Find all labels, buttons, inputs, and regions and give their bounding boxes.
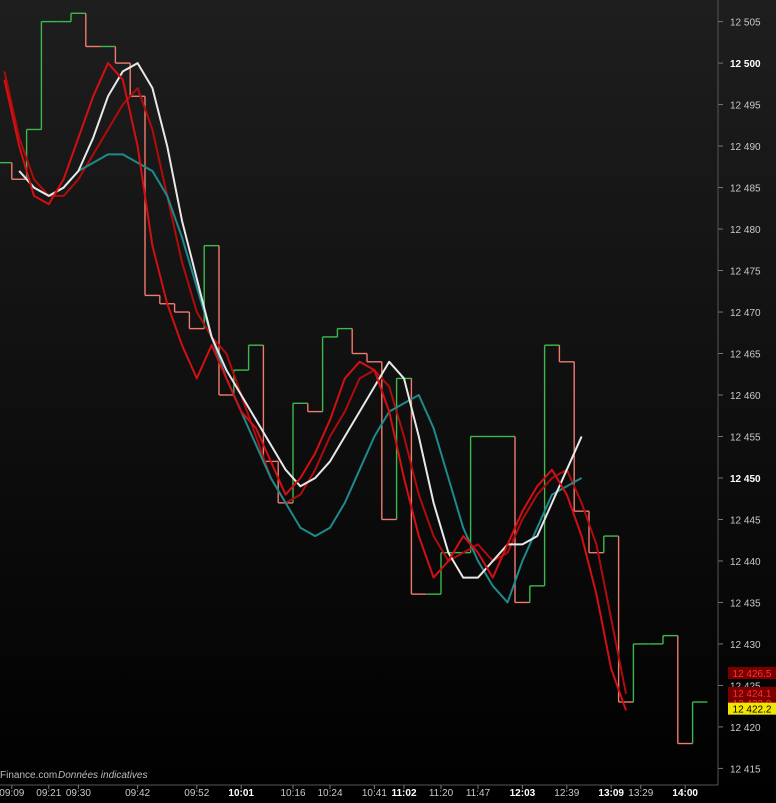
y-tick-label: 12 505: [730, 18, 761, 29]
x-tick-label: 09:52: [184, 788, 209, 799]
y-tick-label: 12 485: [730, 184, 761, 195]
y-tick-label: 12 490: [730, 142, 761, 153]
x-tick-label: 10:41: [362, 788, 387, 799]
chart-background: [0, 0, 776, 803]
x-tick-label: 13:29: [628, 788, 653, 799]
x-tick-label: 09:21: [36, 788, 61, 799]
y-tick-label: 12 480: [730, 225, 761, 236]
x-tick-label: 12:03: [510, 788, 536, 799]
watermark-note: Données indicatives: [58, 770, 148, 781]
y-tick-label: 12 465: [730, 350, 761, 361]
x-tick-label: 11:20: [429, 788, 454, 799]
watermark-brand: Finance.com: [0, 770, 57, 781]
price-labels: 12 426.512 424.112 422.912 422.2: [728, 666, 776, 716]
y-tick-label: 12 500: [730, 59, 761, 70]
x-tick-label: 09:30: [66, 788, 91, 799]
x-tick-label: 10:16: [280, 788, 305, 799]
y-tick-label: 12 440: [730, 557, 761, 568]
price-badge-label: 12 426.5: [733, 669, 772, 680]
x-tick-label: 12:39: [554, 788, 579, 799]
x-tick-label: 13:09: [598, 788, 624, 799]
y-tick-label: 12 455: [730, 432, 761, 443]
y-tick-label: 12 415: [730, 764, 761, 775]
y-tick-label: 12 420: [730, 723, 761, 734]
x-tick-label: 10:24: [317, 788, 342, 799]
y-tick-label: 12 475: [730, 267, 761, 278]
price-badge-label: 12 422.2: [733, 705, 772, 716]
x-tick-label: 11:47: [466, 788, 491, 799]
x-tick-label: 14:00: [672, 788, 698, 799]
x-tick-label: 09:42: [125, 788, 150, 799]
chart-canvas: 12 505 12 500 12 495 12 490 12 485 12 480 12 4…: [0, 0, 776, 803]
price-chart[interactable]: 12 505 12 500 12 495 12 490 12 485 12 480 12 4…: [0, 0, 776, 803]
x-tick-label: 09:09: [0, 788, 25, 799]
x-tick-label: 11:02: [391, 788, 416, 799]
y-tick-label: 12 470: [730, 308, 761, 319]
y-tick-label: 12 435: [730, 598, 761, 609]
y-tick-label: 12 450: [730, 474, 761, 485]
y-tick-label: 12 445: [730, 515, 761, 526]
y-tick-label: 12 495: [730, 101, 761, 112]
x-tick-label: 10:01: [228, 788, 254, 799]
y-tick-label: 12 430: [730, 640, 761, 651]
watermark: Finance.com Données indicatives: [0, 770, 148, 781]
y-tick-label: 12 460: [730, 391, 761, 402]
